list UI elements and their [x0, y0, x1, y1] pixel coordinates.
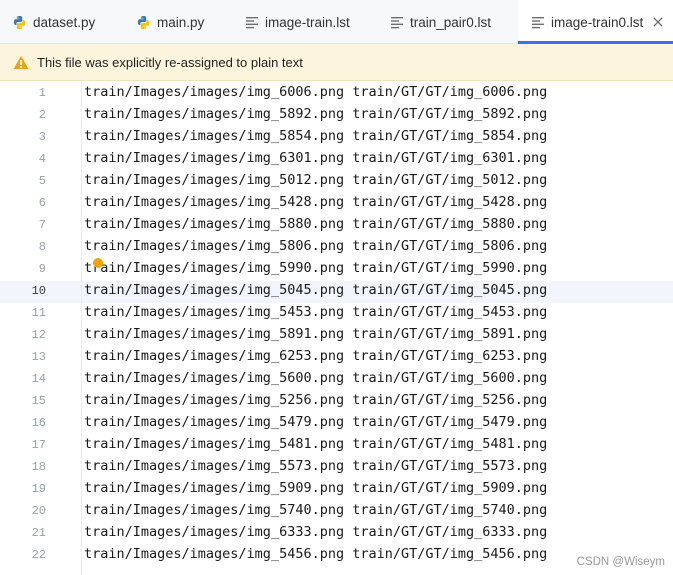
- editor-line[interactable]: 7 train/Images/images/img_5880.png train/…: [0, 215, 673, 237]
- line-number: 3: [38, 130, 46, 144]
- editor-line[interactable]: 15 train/Images/images/img_5256.png train…: [0, 391, 673, 413]
- line-text[interactable]: train/Images/images/img_5479.png train/G…: [84, 414, 547, 430]
- tab-main-py[interactable]: main.py: [136, 0, 232, 44]
- editor-line[interactable]: 8 train/Images/images/img_5806.png train/…: [0, 237, 673, 259]
- line-text[interactable]: train/Images/images/img_5012.png train/G…: [84, 172, 547, 188]
- line-text[interactable]: train/Images/images/img_5600.png train/G…: [84, 370, 547, 386]
- tab-label: dataset.py: [33, 14, 96, 30]
- editor-tab-bar: dataset.py main.py image-train.lst train…: [0, 0, 673, 44]
- line-text[interactable]: train/Images/images/img_5892.png train/G…: [84, 106, 547, 122]
- editor-line[interactable]: 2 train/Images/images/img_5892.png train/…: [0, 105, 673, 127]
- tab-image-train-lst[interactable]: image-train.lst: [245, 0, 375, 44]
- tab-label: train_pair0.lst: [410, 14, 492, 30]
- tab-label: image-train0.lst: [551, 14, 644, 30]
- line-number: 8: [38, 240, 46, 254]
- line-text[interactable]: train/Images/images/img_5428.png train/G…: [84, 194, 547, 210]
- editor-line[interactable]: 3 train/Images/images/img_5854.png train/…: [0, 127, 673, 149]
- line-text[interactable]: train/Images/images/img_5891.png train/G…: [84, 326, 547, 342]
- editor-line[interactable]: 1 train/Images/images/img_6006.png train/…: [0, 83, 673, 105]
- line-text[interactable]: train/Images/images/img_6333.png train/G…: [84, 524, 547, 540]
- editor-line[interactable]: 16 train/Images/images/img_5479.png train…: [0, 413, 673, 435]
- line-text[interactable]: train/Images/images/img_6253.png train/G…: [84, 348, 547, 364]
- editor-line[interactable]: 18 train/Images/images/img_5573.png train…: [0, 457, 673, 479]
- line-number: 7: [38, 218, 46, 232]
- line-number: 14: [31, 372, 46, 386]
- line-number: 6: [38, 196, 46, 210]
- editor-line[interactable]: 19 train/Images/images/img_5909.png train…: [0, 479, 673, 501]
- python-icon: [136, 15, 151, 30]
- line-number: 1: [38, 86, 46, 100]
- line-number: 9: [38, 262, 46, 276]
- line-text[interactable]: train/Images/images/img_5909.png train/G…: [84, 480, 547, 496]
- line-number: 21: [31, 526, 46, 540]
- editor-line[interactable]: 13 train/Images/images/img_6253.png train…: [0, 347, 673, 369]
- line-number: 5: [38, 174, 46, 188]
- line-text[interactable]: train/Images/images/img_6006.png train/G…: [84, 84, 547, 100]
- line-text[interactable]: train/Images/images/img_5256.png train/G…: [84, 392, 547, 408]
- line-number: 22: [31, 548, 46, 562]
- tab-dataset-py[interactable]: dataset.py: [12, 0, 124, 44]
- editor-line[interactable]: 21 train/Images/images/img_6333.png train…: [0, 523, 673, 545]
- line-text[interactable]: train/Images/images/img_5854.png train/G…: [84, 128, 547, 144]
- line-number: 18: [31, 460, 46, 474]
- line-number: 17: [31, 438, 46, 452]
- line-number: 19: [31, 482, 46, 496]
- line-number: 2: [38, 108, 46, 122]
- editor-line[interactable]: 5 train/Images/images/img_5012.png train/…: [0, 171, 673, 193]
- tab-label: main.py: [157, 14, 205, 30]
- line-text[interactable]: train/Images/images/img_6301.png train/G…: [84, 150, 547, 166]
- warning-icon: [13, 55, 29, 75]
- line-text[interactable]: train/Images/images/img_5880.png train/G…: [84, 216, 547, 232]
- line-number: 15: [31, 394, 46, 408]
- editor-line[interactable]: 11 train/Images/images/img_5453.png train…: [0, 303, 673, 325]
- line-number: 4: [38, 152, 46, 166]
- line-number: 20: [31, 504, 46, 518]
- editor-line[interactable]: 22 train/Images/images/img_5456.png train…: [0, 545, 673, 567]
- plain-text-notification-banner: This file was explicitly re-assigned to …: [0, 44, 673, 81]
- watermark: CSDN @Wiseym: [576, 556, 665, 568]
- tab-train-pair0-lst[interactable]: train_pair0.lst: [390, 0, 514, 44]
- line-text[interactable]: train/Images/images/img_5740.png train/G…: [84, 502, 547, 518]
- line-number: 13: [31, 350, 46, 364]
- tab-label: image-train.lst: [265, 14, 350, 30]
- line-number: 11: [31, 306, 46, 320]
- line-text[interactable]: train/Images/images/img_5990.png train/G…: [84, 260, 547, 276]
- editor-line[interactable]: 20 train/Images/images/img_5740.png train…: [0, 501, 673, 523]
- line-number: 16: [31, 416, 46, 430]
- banner-message: This file was explicitly re-assigned to …: [37, 55, 303, 70]
- line-text[interactable]: train/Images/images/img_5806.png train/G…: [84, 238, 547, 254]
- line-number: 10: [31, 284, 46, 298]
- line-text[interactable]: train/Images/images/img_5481.png train/G…: [84, 436, 547, 452]
- line-text[interactable]: train/Images/images/img_5045.png train/G…: [84, 282, 547, 298]
- text-file-icon: [390, 15, 404, 29]
- line-text[interactable]: train/Images/images/img_5573.png train/G…: [84, 458, 547, 474]
- close-icon[interactable]: [651, 15, 665, 29]
- text-file-icon: [245, 15, 259, 29]
- line-text[interactable]: train/Images/images/img_5456.png train/G…: [84, 546, 547, 562]
- editor-line[interactable]: 14 train/Images/images/img_5600.png train…: [0, 369, 673, 391]
- editor-line[interactable]: 6 train/Images/images/img_5428.png train/…: [0, 193, 673, 215]
- editor-line[interactable]: 4 train/Images/images/img_6301.png train/…: [0, 149, 673, 171]
- tab-image-train0-lst[interactable]: image-train0.lst: [518, 0, 673, 44]
- intention-bulb-icon[interactable]: [93, 258, 103, 268]
- python-icon: [12, 15, 27, 30]
- editor-line[interactable]: 10 train/Images/images/img_5045.png train…: [0, 281, 673, 303]
- line-number: 12: [31, 328, 46, 342]
- text-file-icon: [531, 15, 545, 29]
- line-text[interactable]: train/Images/images/img_5453.png train/G…: [84, 304, 547, 320]
- editor-line[interactable]: 17 train/Images/images/img_5481.png train…: [0, 435, 673, 457]
- editor-line[interactable]: 12 train/Images/images/img_5891.png train…: [0, 325, 673, 347]
- editor-gutter-divider: [81, 82, 82, 575]
